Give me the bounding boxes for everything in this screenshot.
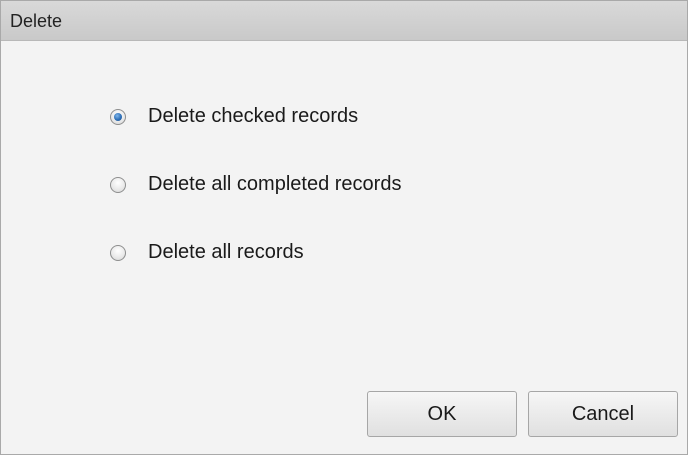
ok-button[interactable]: OK: [367, 391, 517, 437]
dialog-title: Delete: [10, 11, 63, 31]
option-label[interactable]: Delete all records: [148, 241, 304, 264]
radio-button[interactable]: [110, 177, 126, 193]
radio-button-selected[interactable]: [110, 109, 126, 125]
radio-button[interactable]: [110, 245, 126, 261]
dialog-titlebar[interactable]: Delete: [1, 1, 687, 41]
option-label[interactable]: Delete all completed records: [148, 173, 401, 196]
delete-dialog: Delete Delete checked records Delete all…: [0, 0, 688, 455]
cancel-button[interactable]: Cancel: [528, 391, 678, 437]
option-label[interactable]: Delete checked records: [148, 105, 358, 128]
